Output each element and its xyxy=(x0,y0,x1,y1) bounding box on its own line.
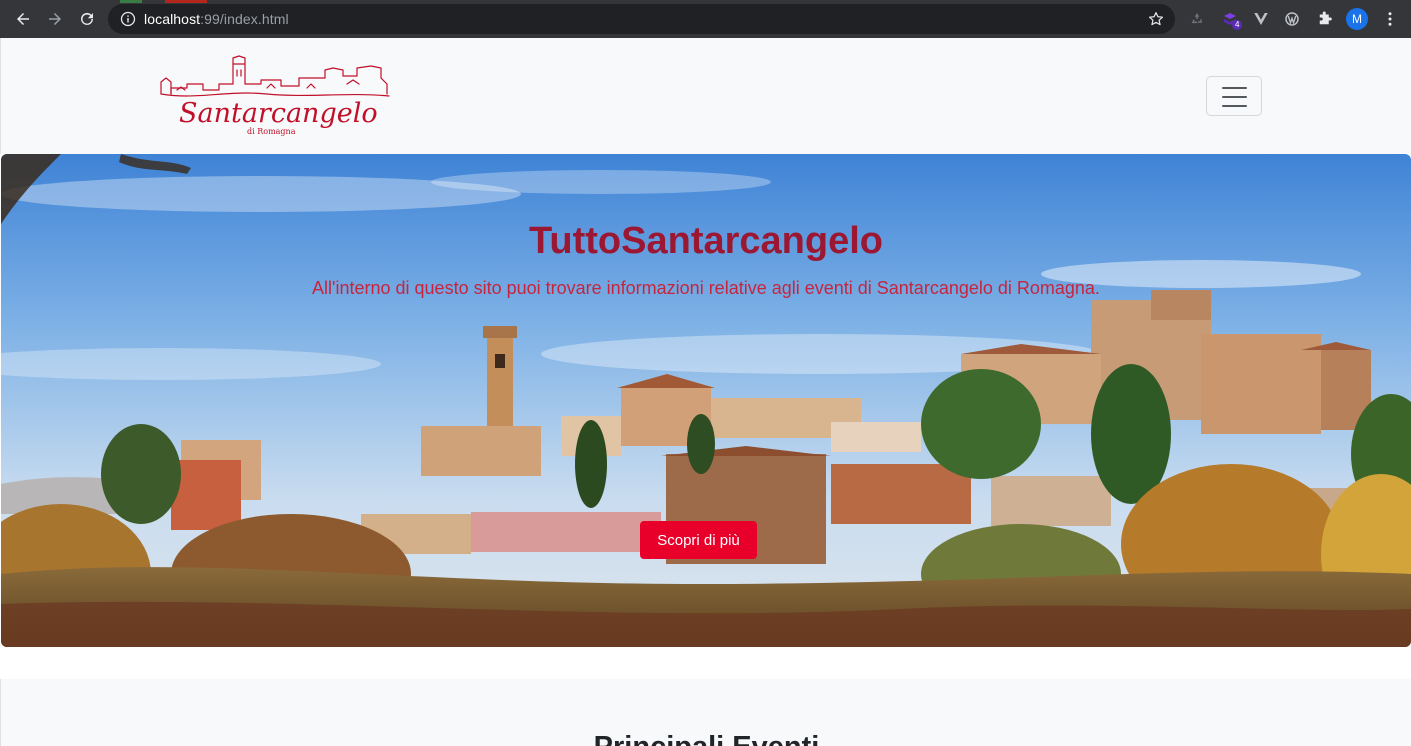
logo-wordmark: Santarcangelo xyxy=(179,98,378,129)
vue-devtools-icon[interactable] xyxy=(1251,9,1271,29)
hero-title: TuttoSantarcangelo xyxy=(529,220,883,262)
events-section: Principali Eventi xyxy=(0,679,1411,746)
back-icon[interactable] xyxy=(12,8,34,30)
address-bar[interactable]: localhost:99/index.html xyxy=(108,4,1175,34)
extension-icon[interactable]: 4 xyxy=(1220,9,1243,30)
recycle-icon[interactable] xyxy=(1187,9,1207,29)
hamburger-icon xyxy=(1222,87,1247,89)
web-page: Santarcangelo di Romagna TuttoSantarcang… xyxy=(0,38,1411,746)
url-text[interactable]: localhost:99/index.html xyxy=(144,11,289,27)
navbar-toggler-button[interactable] xyxy=(1206,76,1262,116)
info-icon[interactable] xyxy=(120,11,136,27)
browser-toolbar: localhost:99/index.html 4 M xyxy=(0,0,1411,38)
url-path: :99/index.html xyxy=(200,11,289,27)
hero-subtitle: All'interno di questo sito puoi trovare … xyxy=(312,278,1100,298)
puzzle-icon[interactable] xyxy=(1315,9,1335,29)
reload-icon[interactable] xyxy=(76,8,98,30)
forward-icon[interactable] xyxy=(44,8,66,30)
hero-jumbotron: TuttoSantarcangelo All'interno di questo… xyxy=(1,154,1411,647)
hamburger-icon xyxy=(1222,105,1247,107)
tab-indicator xyxy=(165,0,207,3)
profile-avatar[interactable]: M xyxy=(1346,8,1368,30)
hamburger-icon xyxy=(1222,96,1247,98)
menu-dots-icon[interactable] xyxy=(1380,9,1400,29)
navbar: Santarcangelo di Romagna xyxy=(0,38,1411,154)
profile-initial: M xyxy=(1352,12,1362,26)
tab-indicator xyxy=(120,0,142,3)
events-section-title: Principali Eventi xyxy=(1,731,1411,746)
wordpress-icon[interactable] xyxy=(1282,9,1302,29)
extension-badge: 4 xyxy=(1232,20,1243,30)
bookmark-star-icon[interactable] xyxy=(1147,10,1165,28)
logo-subtext: di Romagna xyxy=(247,127,296,136)
url-host: localhost xyxy=(144,11,201,27)
discover-more-button[interactable]: Scopri di più xyxy=(640,521,757,559)
site-logo[interactable]: Santarcangelo di Romagna xyxy=(157,54,395,136)
skyline-icon xyxy=(160,55,390,97)
